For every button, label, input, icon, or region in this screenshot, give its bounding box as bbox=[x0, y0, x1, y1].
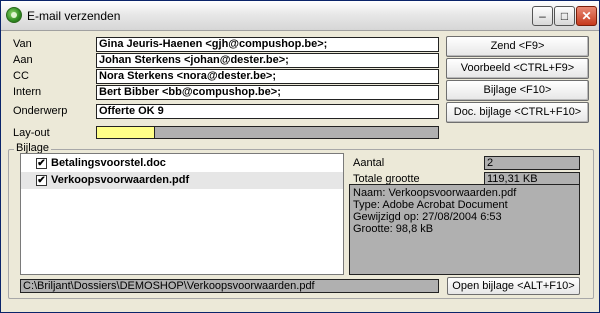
checkbox-checked-icon[interactable]: ✔ bbox=[36, 175, 47, 186]
detail-size: Grootte: 98,8 kB bbox=[353, 223, 434, 235]
checkbox-checked-icon[interactable]: ✔ bbox=[36, 158, 47, 169]
detail-modified: Gewijzigd op: 27/08/2004 6:53 bbox=[353, 211, 502, 223]
cc-label: CC bbox=[13, 70, 29, 82]
count-label: Aantal bbox=[353, 157, 385, 169]
layout-label: Lay-out bbox=[13, 127, 50, 139]
doc-attachment-button[interactable]: Doc. bijlage <CTRL+F10> bbox=[446, 102, 589, 123]
attachment-button[interactable]: Bijlage <F10> bbox=[446, 80, 589, 101]
file-details-panel: Naam: Verkoopsvoorwaarden.pdf Type: Adob… bbox=[349, 184, 580, 275]
open-attachment-button[interactable]: Open bijlage <ALT+F10> bbox=[447, 277, 580, 295]
window-title: E-mail verzenden bbox=[27, 9, 121, 23]
to-field[interactable]: Johan Sterkens <johan@dester.be>; bbox=[96, 53, 439, 68]
to-label: Aan bbox=[13, 54, 33, 66]
send-button[interactable]: Zend <F9> bbox=[446, 36, 589, 57]
subject-label: Onderwerp bbox=[13, 105, 68, 117]
close-button[interactable]: ✕ bbox=[576, 6, 597, 26]
detail-type: Type: Adobe Acrobat Document bbox=[353, 199, 508, 211]
attachment-item-selected[interactable]: ✔ Verkoopsvoorwaarden.pdf bbox=[21, 172, 343, 189]
app-icon bbox=[6, 7, 22, 23]
attachment-path: C:\Briljant\Dossiers\DEMOSHOP\Verkoopsvo… bbox=[20, 279, 439, 293]
layout-selector[interactable] bbox=[96, 126, 439, 139]
maximize-button[interactable]: □ bbox=[554, 6, 575, 26]
title-bar[interactable]: E-mail verzenden – □ ✕ bbox=[1, 1, 599, 31]
internal-field[interactable]: Bert Bibber <bb@compushop.be>; bbox=[96, 85, 439, 100]
attachment-name: Verkoopsvoorwaarden.pdf bbox=[51, 174, 190, 186]
minimize-button[interactable]: – bbox=[532, 6, 553, 26]
layout-fill bbox=[97, 127, 155, 138]
count-value: 2 bbox=[484, 156, 580, 170]
detail-name: Naam: Verkoopsvoorwaarden.pdf bbox=[353, 187, 517, 199]
attachment-list[interactable]: ✔ Betalingsvoorstel.doc ✔ Verkoopsvoorwa… bbox=[20, 153, 344, 275]
attachment-name: Betalingsvoorstel.doc bbox=[51, 157, 166, 169]
internal-label: Intern bbox=[13, 86, 42, 98]
from-label: Van bbox=[13, 38, 32, 50]
cc-field[interactable]: Nora Sterkens <nora@dester.be>; bbox=[96, 69, 439, 84]
from-field[interactable]: Gina Jeuris-Haenen <gjh@compushop.be>; bbox=[96, 37, 439, 52]
subject-field[interactable]: Offerte OK 9 bbox=[96, 104, 439, 119]
email-send-window: E-mail verzenden – □ ✕ Van Gina Jeuris-H… bbox=[0, 0, 600, 313]
attachment-item[interactable]: ✔ Betalingsvoorstel.doc bbox=[21, 155, 343, 172]
preview-button[interactable]: Voorbeeld <CTRL+F9> bbox=[446, 58, 589, 79]
